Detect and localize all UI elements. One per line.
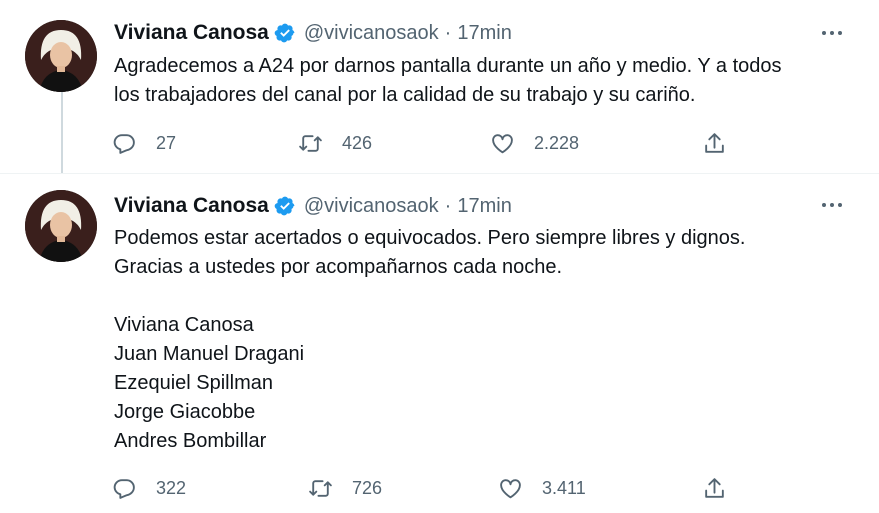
tweet-line: Gracias a ustedes por acompañarnos cada … [114,256,563,278]
tweet-header: Viviana Canosa @vivicanosaok · 17min [114,18,512,48]
verified-badge-icon [274,195,296,217]
reply-icon [113,133,135,154]
heart-icon [500,478,521,498]
tweet-line: Juan Manuel Dragani [114,343,305,365]
separator: · [444,21,452,44]
share-icon [705,132,724,153]
separator: · [444,194,452,217]
avatar[interactable] [25,190,97,262]
timestamp[interactable]: 17min [457,22,511,45]
retweet-count: 726 [352,477,383,498]
share-button[interactable] [702,473,746,503]
retweet-button[interactable]: 726 [308,473,382,503]
verified-badge-icon [274,22,296,44]
reply-button[interactable]: 27 [112,128,176,158]
author-name[interactable]: Viviana Canosa [114,21,269,45]
heart-icon [492,133,513,153]
tweet-text: Agradecemos a A24 por darnos pantalla du… [114,52,854,110]
tweet-actions: 27 426 2.228 [112,128,732,158]
more-dots-icon[interactable] [817,22,847,44]
thread-connector-line [61,92,63,173]
reply-button[interactable]: 322 [112,473,186,503]
retweet-count: 426 [342,132,373,153]
reply-count: 322 [156,477,187,498]
tweet[interactable]: Viviana Canosa @vivicanosaok · 17min Agr… [0,0,879,173]
author-handle[interactable]: @vivicanosaok [304,22,439,45]
like-count: 3.411 [542,477,586,498]
like-button[interactable]: 2.228 [490,128,579,158]
author-name[interactable]: Viviana Canosa [114,194,269,218]
retweet-icon [299,134,322,152]
tweet-text: Podemos estar acertados o equivocados. P… [114,224,854,456]
tweet-line: Jorge Giacobbe [114,401,256,423]
tweet-line: Agradecemos a A24 por darnos pantalla du… [114,55,782,77]
reply-count: 27 [156,132,177,153]
share-icon [705,477,724,498]
share-button[interactable] [702,128,746,158]
tweet-line: Podemos estar acertados o equivocados. P… [114,227,746,249]
like-button[interactable]: 3.411 [498,473,586,503]
tweet-header: Viviana Canosa @vivicanosaok · 17min [114,191,512,221]
tweet-actions: 322 726 3.411 [112,473,732,503]
avatar[interactable] [25,20,97,92]
timestamp[interactable]: 17min [457,195,511,218]
more-dots-icon[interactable] [817,194,847,216]
reply-icon [113,478,135,499]
author-handle[interactable]: @vivicanosaok [304,195,439,218]
tweet-line: Ezequiel Spillman [114,372,273,394]
retweet-icon [309,479,332,497]
tweet-line: Viviana Canosa [114,314,254,336]
retweet-button[interactable]: 426 [298,128,372,158]
tweet-line: Andres Bombillar [114,430,267,452]
tweet[interactable]: Viviana Canosa @vivicanosaok · 17min Pod… [0,173,879,513]
like-count: 2.228 [534,132,580,153]
tweet-line: los trabajadores del canal por la calida… [114,84,696,106]
